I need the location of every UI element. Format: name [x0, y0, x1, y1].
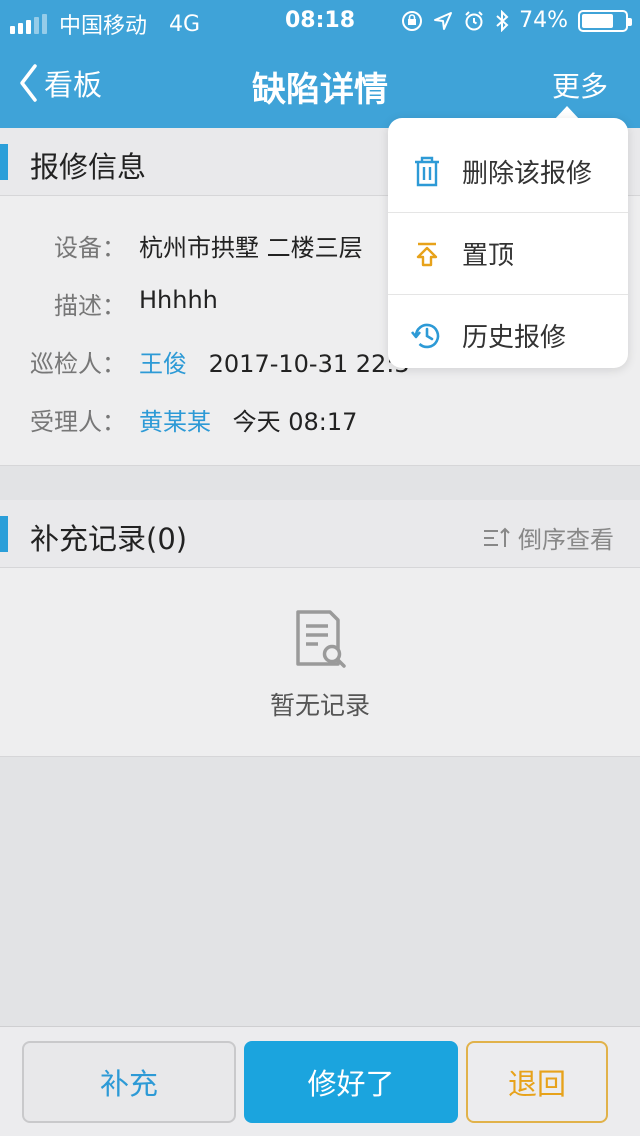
sort-icon — [484, 527, 510, 547]
menu-item-history[interactable]: 历史报修 — [388, 294, 628, 376]
inspector-value: 王俊 2017-10-31 22:3 — [139, 344, 410, 379]
location-icon — [434, 11, 453, 30]
description-label: 描述： — [54, 292, 126, 320]
records-header: 补充记录(0) 倒序查看 — [0, 500, 640, 568]
records-body: 暂无记录 — [0, 568, 640, 757]
menu-item-delete-label: 删除该报修 — [462, 158, 593, 189]
handler-row: 受理人： 黄某某 今天 08:17 — [0, 402, 640, 442]
handler-name-link[interactable]: 黄某某 — [139, 408, 211, 436]
device-value: 杭州市拱墅 二楼三层 — [139, 234, 363, 262]
trash-icon — [415, 156, 439, 187]
mark-fixed-button[interactable]: 修好了 — [244, 1041, 458, 1123]
empty-records-text: 暂无记录 — [269, 691, 370, 720]
inspector-label: 巡检人： — [30, 350, 126, 378]
no-records-icon — [296, 610, 346, 668]
pin-top-icon — [416, 242, 438, 266]
history-icon — [410, 323, 440, 348]
records-title: 补充记录(0) — [30, 522, 188, 556]
status-right: 74% — [401, 8, 632, 33]
battery-percent: 74% — [519, 8, 568, 33]
section-accent-bar — [0, 144, 8, 180]
description-value: Hhhhh — [139, 286, 218, 314]
more-button[interactable]: 更多 — [552, 65, 608, 105]
more-dropdown-menu: 删除该报修 置顶 历史报修 — [388, 118, 628, 368]
handler-label: 受理人： — [30, 408, 126, 436]
section-accent-bar — [0, 516, 8, 552]
battery-icon — [578, 9, 632, 32]
handler-value: 黄某某 今天 08:17 — [139, 402, 357, 437]
menu-item-history-label: 历史报修 — [462, 323, 567, 353]
status-bar: 中国移动 4G 08:18 74% — [0, 0, 640, 40]
page-title: 缺陷详情 — [252, 70, 388, 110]
orientation-lock-icon — [402, 10, 423, 31]
menu-item-delete[interactable]: 删除该报修 — [388, 130, 628, 212]
bluetooth-icon — [496, 9, 509, 32]
repair-info-title: 报修信息 — [30, 150, 147, 184]
header-bar: 中国移动 4G 08:18 74% 看板 缺陷详情 更多 — [0, 0, 640, 128]
inspector-name-link[interactable]: 王俊 — [139, 350, 187, 378]
reverse-order-label: 倒序查看 — [518, 526, 614, 554]
reverse-order-button[interactable]: 倒序查看 — [482, 520, 614, 555]
device-label: 设备： — [54, 234, 126, 262]
bottom-action-bar: 补充 修好了 退回 — [0, 1026, 640, 1136]
menu-item-pin-top-label: 置顶 — [462, 241, 515, 271]
return-button[interactable]: 退回 — [466, 1041, 608, 1123]
inspector-time: 2017-10-31 22:3 — [208, 350, 410, 378]
battery-fill — [582, 13, 614, 28]
supplement-button[interactable]: 补充 — [22, 1041, 236, 1123]
handler-time: 今天 08:17 — [232, 408, 358, 436]
menu-item-pin-top[interactable]: 置顶 — [388, 212, 628, 294]
alarm-icon — [465, 10, 483, 30]
